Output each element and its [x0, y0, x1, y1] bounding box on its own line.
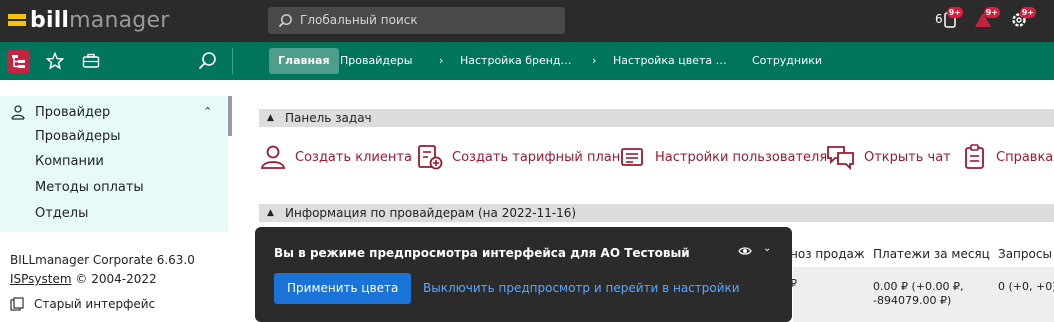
open-chat-action[interactable]: Открыть чат — [826, 142, 951, 172]
tab-brand-settings[interactable]: Настройка бренд… — [460, 54, 572, 67]
copyright: ISPsystem © 2004-2022 — [10, 272, 157, 286]
chevron-up-icon[interactable]: ⌃ — [203, 105, 212, 118]
chat-icon — [827, 146, 854, 171]
tree-menu-icon — [12, 55, 25, 68]
menu-tree-button[interactable] — [7, 50, 30, 73]
star-icon[interactable] — [46, 52, 64, 70]
nav-bar: Главная Провайдеры › Настройка бренд… › … — [0, 42, 1054, 80]
search-icon — [278, 14, 292, 28]
cell-payments-line1: 0.00 ₽ (+0.00 ₽, — [873, 280, 964, 293]
sidebar-item-providers[interactable]: Провайдеры — [35, 129, 121, 144]
version-text: BILLmanager Corporate 6.63.0 — [10, 253, 195, 267]
old-interface-icon — [10, 297, 24, 311]
sidebar-item-departments[interactable]: Отделы — [35, 206, 88, 221]
logo-text-manager: manager — [69, 7, 170, 33]
preview-mode-message: Вы в режиме предпросмотра интерфейса для… — [274, 246, 690, 260]
user-add-icon — [260, 145, 286, 169]
column-payments-month[interactable]: Платежи за месяц — [873, 247, 990, 261]
sidebar-group-title: Провайдер — [35, 104, 111, 120]
info-panel-title: Информация по провайдерам (на 2022-11-16… — [285, 206, 577, 220]
tab-separator-icon: › — [439, 54, 444, 67]
sidebar-group-header[interactable]: Провайдер — [10, 104, 110, 120]
provider-icon — [11, 105, 25, 120]
sidebar-item-companies[interactable]: Компании — [35, 154, 104, 169]
notifications-badge: 9+ — [946, 7, 963, 18]
settings-button[interactable]: 9+ — [1008, 7, 1036, 32]
notifications-button[interactable]: 6 9+ — [935, 7, 963, 32]
tab-providers[interactable]: Провайдеры — [340, 54, 412, 67]
notifications-count: 6 — [935, 12, 943, 26]
help-label: Справка — [996, 149, 1054, 165]
column-sales-plan[interactable]: нoз продаж — [790, 247, 865, 261]
cell-payments-line2: -894079.00 ₽) — [873, 294, 952, 307]
disable-preview-link[interactable]: Выключить предпросмотр и перейти в настр… — [423, 281, 740, 295]
user-settings-action[interactable]: Настройки пользователя — [619, 142, 827, 172]
eye-icon[interactable] — [738, 246, 752, 256]
tab-separator-icon: › — [592, 54, 597, 67]
sidebar: Провайдер ⌃ Провайдеры Компании Методы о… — [0, 80, 232, 322]
collapse-caret-icon: ▲ — [267, 208, 274, 218]
alerts-badge: 9+ — [983, 7, 1000, 18]
tab-employees[interactable]: Сотрудники — [752, 54, 822, 67]
global-search-input[interactable]: Глобальный поиск — [268, 7, 565, 34]
cell-requests: 0 (+0, +0) — [998, 280, 1054, 293]
create-tariff-label: Создать тарифный план — [452, 149, 621, 165]
column-requests[interactable]: Запросы — [998, 247, 1052, 261]
ispsystem-link[interactable]: ISPsystem — [10, 272, 72, 286]
help-action[interactable]: Справка — [962, 142, 1053, 172]
user-settings-icon — [621, 148, 643, 166]
info-panel-header[interactable]: ▲ Информация по провайдерам (на 2022-11-… — [259, 204, 1054, 222]
tab-color-settings[interactable]: Настройка цвета … — [613, 54, 727, 67]
old-interface-label: Старый интерфейс — [34, 297, 156, 311]
sidebar-menu: Провайдер ⌃ Провайдеры Компании Методы о… — [0, 96, 228, 232]
help-document-icon — [965, 144, 984, 169]
search-menu-icon[interactable] — [198, 51, 217, 70]
user-settings-label: Настройки пользователя — [655, 149, 828, 165]
briefcase-icon[interactable] — [82, 52, 100, 70]
create-client-action[interactable]: Создать клиента — [259, 142, 412, 172]
copyright-years: © 2004-2022 — [71, 272, 157, 286]
billmanager-logo[interactable]: billmanager — [8, 6, 169, 34]
logo-text-bill: bill — [30, 7, 70, 33]
preview-mode-toast: Вы в режиме предпросмотра интерфейса для… — [255, 227, 792, 322]
nav-divider — [232, 48, 233, 74]
settings-badge: 9+ — [1019, 7, 1036, 18]
create-client-label: Создать клиента — [295, 149, 412, 165]
tasks-panel-title: Панель задач — [285, 111, 372, 125]
old-interface-link[interactable]: Старый интерфейс — [10, 297, 155, 311]
logo-mark-icon — [8, 14, 26, 26]
apply-colors-button[interactable]: Применить цвета — [274, 273, 412, 304]
create-tariff-action[interactable]: Создать тарифный план — [416, 142, 620, 172]
search-placeholder: Глобальный поиск — [300, 13, 418, 27]
open-chat-label: Открыть чат — [864, 149, 951, 165]
tariff-add-icon — [418, 145, 443, 170]
top-bar: billmanager Глобальный поиск 6 9+ 9+ 9+ — [0, 0, 1054, 42]
chevron-down-icon[interactable]: ⌄ — [763, 243, 771, 254]
collapse-caret-icon: ▲ — [267, 113, 274, 123]
tab-home[interactable]: Главная — [269, 48, 339, 74]
tasks-panel-header[interactable]: ▲ Панель задач — [259, 109, 1054, 127]
alerts-button[interactable]: 9+ — [972, 7, 1000, 32]
sidebar-scrollbar[interactable] — [228, 96, 232, 136]
sidebar-item-payment-methods[interactable]: Методы оплаты — [35, 180, 144, 195]
